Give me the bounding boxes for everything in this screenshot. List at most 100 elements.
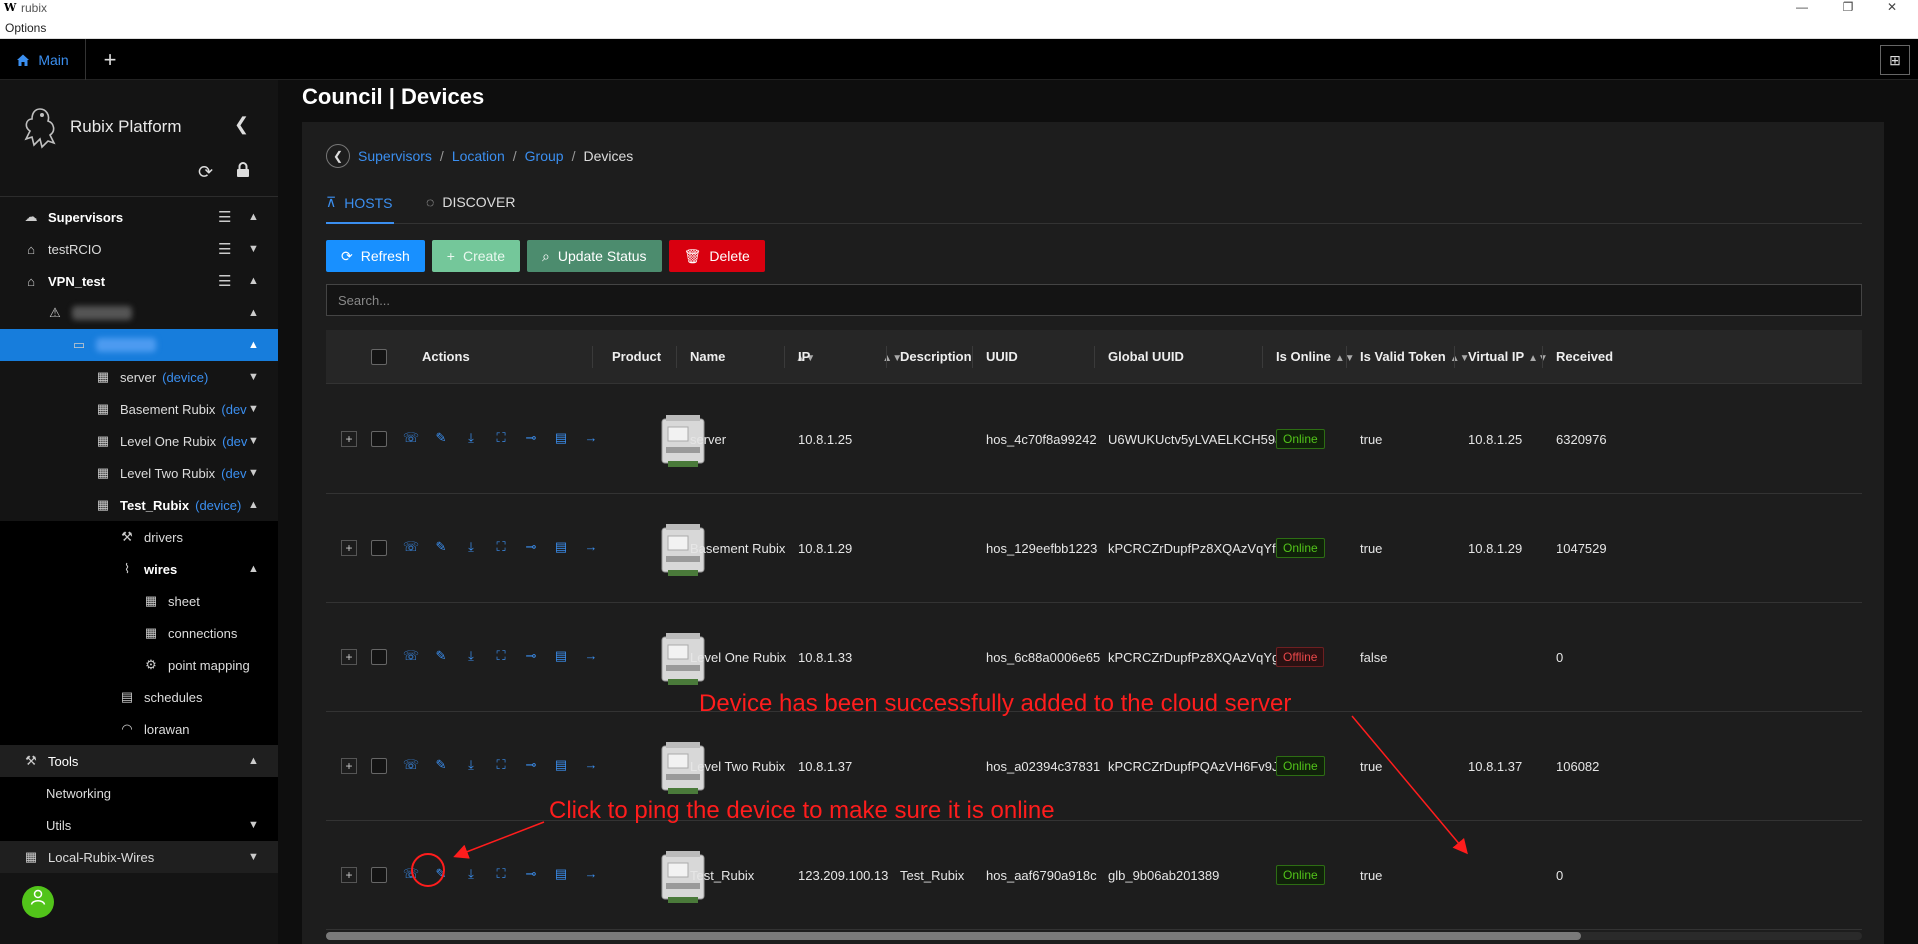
edit-icon[interactable]: ✎: [431, 866, 451, 882]
menu-icon[interactable]: ☰: [218, 240, 231, 258]
arrow-right-icon[interactable]: →: [581, 866, 601, 881]
sort-icon[interactable]: ▲▼: [1528, 353, 1548, 364]
sidebar-item-schedules[interactable]: ▤ schedules: [0, 681, 278, 713]
sidebar-item-tools[interactable]: ⚒ Tools ▲: [0, 745, 278, 777]
row-checkbox[interactable]: [371, 758, 387, 774]
download-icon[interactable]: ⤓: [461, 539, 481, 555]
sidebar-item-sheet[interactable]: ▦ sheet: [0, 585, 278, 617]
ping-icon[interactable]: ☏: [401, 539, 421, 555]
select-all-checkbox[interactable]: [371, 349, 387, 365]
chevron-down-icon[interactable]: ▼: [248, 371, 259, 383]
ping-icon[interactable]: ☏: [401, 757, 421, 773]
edit-icon[interactable]: ✎: [431, 539, 451, 555]
tab-discover[interactable]: ◌ DISCOVER: [426, 194, 515, 210]
create-button[interactable]: + Create: [431, 240, 520, 272]
update-status-button[interactable]: ⌕ Update Status: [526, 240, 662, 272]
add-tab-button[interactable]: +: [92, 45, 128, 75]
chevron-up-icon[interactable]: ▲: [248, 563, 259, 575]
sidebar-item-networking[interactable]: Networking: [0, 777, 278, 809]
row-checkbox[interactable]: [371, 540, 387, 556]
chevron-up-icon[interactable]: ▲: [248, 755, 259, 767]
sidebar-item-level-two-rubix[interactable]: ▦ Level Two Rubix (dev ▼: [0, 457, 278, 489]
sidebar-item-test-rubix[interactable]: ▦ Test_Rubix (device) ▲: [0, 489, 278, 521]
menu-icon[interactable]: ☰: [218, 208, 231, 226]
row-checkbox[interactable]: [371, 431, 387, 447]
scan-icon[interactable]: ⛶: [491, 539, 511, 555]
clipboard-icon[interactable]: ▤: [551, 757, 571, 773]
sidebar-item-utils[interactable]: Utils ▼: [0, 809, 278, 841]
column-header-virtual-ip[interactable]: Virtual IP ▲▼: [1468, 349, 1548, 364]
chevron-up-icon[interactable]: ▲: [248, 499, 259, 511]
tab-main[interactable]: Main: [0, 39, 86, 80]
chevron-up-icon[interactable]: ▲: [248, 339, 259, 351]
layout-icon[interactable]: ⊞: [1880, 45, 1910, 75]
sidebar-item-lorawan[interactable]: ◠ lorawan: [0, 713, 278, 745]
chevron-down-icon[interactable]: ▼: [248, 851, 259, 863]
edit-icon[interactable]: ✎: [431, 430, 451, 446]
clipboard-icon[interactable]: ▤: [551, 866, 571, 882]
sidebar-item-testrcio[interactable]: ⌂ testRCIO ☰ ▼: [0, 233, 278, 265]
ping-icon[interactable]: ☏: [401, 866, 421, 882]
row-checkbox[interactable]: [371, 867, 387, 883]
sidebar-item-drivers[interactable]: ⚒ drivers: [0, 521, 278, 553]
refresh-button[interactable]: ⟳ Refresh: [326, 240, 425, 272]
menu-options[interactable]: Options: [5, 21, 46, 35]
sidebar-item-wires[interactable]: ⌇ wires ▲: [0, 553, 278, 585]
chevron-down-icon[interactable]: ▼: [248, 467, 259, 479]
breadcrumb-supervisors[interactable]: Supervisors: [358, 148, 432, 164]
chevron-down-icon[interactable]: ▼: [248, 435, 259, 447]
expand-row-button[interactable]: +: [341, 867, 357, 883]
arrow-right-icon[interactable]: →: [581, 648, 601, 663]
link-icon[interactable]: ⊸: [521, 539, 541, 555]
sidebar-item-level-one-rubix[interactable]: ▦ Level One Rubix (dev ▼: [0, 425, 278, 457]
download-icon[interactable]: ⤓: [461, 866, 481, 882]
back-icon[interactable]: ❮: [326, 144, 350, 168]
expand-row-button[interactable]: +: [341, 649, 357, 665]
sidebar-item-supervisors[interactable]: ☁ Supervisors ☰ ▲: [0, 201, 278, 233]
ping-icon[interactable]: ☏: [401, 648, 421, 664]
chevron-down-icon[interactable]: ▼: [248, 243, 259, 255]
download-icon[interactable]: ⤓: [461, 648, 481, 664]
search-input[interactable]: Search...: [326, 284, 1862, 316]
clipboard-icon[interactable]: ▤: [551, 430, 571, 446]
arrow-right-icon[interactable]: →: [581, 757, 601, 772]
sidebar-item-basement-rubix[interactable]: ▦ Basement Rubix (dev ▼: [0, 393, 278, 425]
expand-row-button[interactable]: +: [341, 758, 357, 774]
sidebar-item-connections[interactable]: ▦ connections: [0, 617, 278, 649]
sidebar-item-local-rubix-wires[interactable]: ▦ Local-Rubix-Wires ▼: [0, 841, 278, 873]
close-button[interactable]: ✕: [1872, 0, 1912, 14]
scrollbar-thumb[interactable]: [326, 932, 1581, 940]
link-icon[interactable]: ⊸: [521, 757, 541, 773]
sort-icon[interactable]: ▲▼: [1335, 353, 1355, 364]
clipboard-icon[interactable]: ▤: [551, 648, 571, 664]
minimize-button[interactable]: —: [1782, 0, 1822, 14]
chevron-down-icon[interactable]: ▼: [248, 819, 259, 831]
edit-icon[interactable]: ✎: [431, 757, 451, 773]
clipboard-icon[interactable]: ▤: [551, 539, 571, 555]
download-icon[interactable]: ⤓: [461, 430, 481, 446]
delete-button[interactable]: 🗑 Delete: [668, 240, 765, 272]
breadcrumb-location[interactable]: Location: [452, 148, 505, 164]
download-icon[interactable]: ⤓: [461, 757, 481, 773]
ping-icon[interactable]: ☏: [401, 430, 421, 446]
column-header-name[interactable]: Name ▲▼: [690, 349, 815, 364]
column-header-is-online[interactable]: Is Online ▲▼: [1276, 349, 1355, 364]
sort-icon[interactable]: ▲▼: [1450, 353, 1470, 364]
arrow-right-icon[interactable]: →: [581, 539, 601, 554]
lock-icon[interactable]: [236, 162, 250, 183]
restore-button[interactable]: ❐: [1828, 0, 1868, 14]
collapse-sidebar-icon[interactable]: ❮: [234, 114, 249, 135]
chevron-up-icon[interactable]: ▲: [248, 211, 259, 223]
menu-icon[interactable]: ☰: [218, 272, 231, 290]
scan-icon[interactable]: ⛶: [491, 648, 511, 664]
scan-icon[interactable]: ⛶: [491, 866, 511, 882]
expand-row-button[interactable]: +: [341, 431, 357, 447]
link-icon[interactable]: ⊸: [521, 430, 541, 446]
horizontal-scrollbar[interactable]: [326, 932, 1862, 940]
chevron-up-icon[interactable]: ▲: [248, 275, 259, 287]
sidebar-item-vpn-test[interactable]: ⌂ VPN_test ☰ ▲: [0, 265, 278, 297]
edit-icon[interactable]: ✎: [431, 648, 451, 664]
link-icon[interactable]: ⊸: [521, 866, 541, 882]
sidebar-item-group[interactable]: ▭ ▲: [0, 329, 278, 361]
expand-row-button[interactable]: +: [341, 540, 357, 556]
